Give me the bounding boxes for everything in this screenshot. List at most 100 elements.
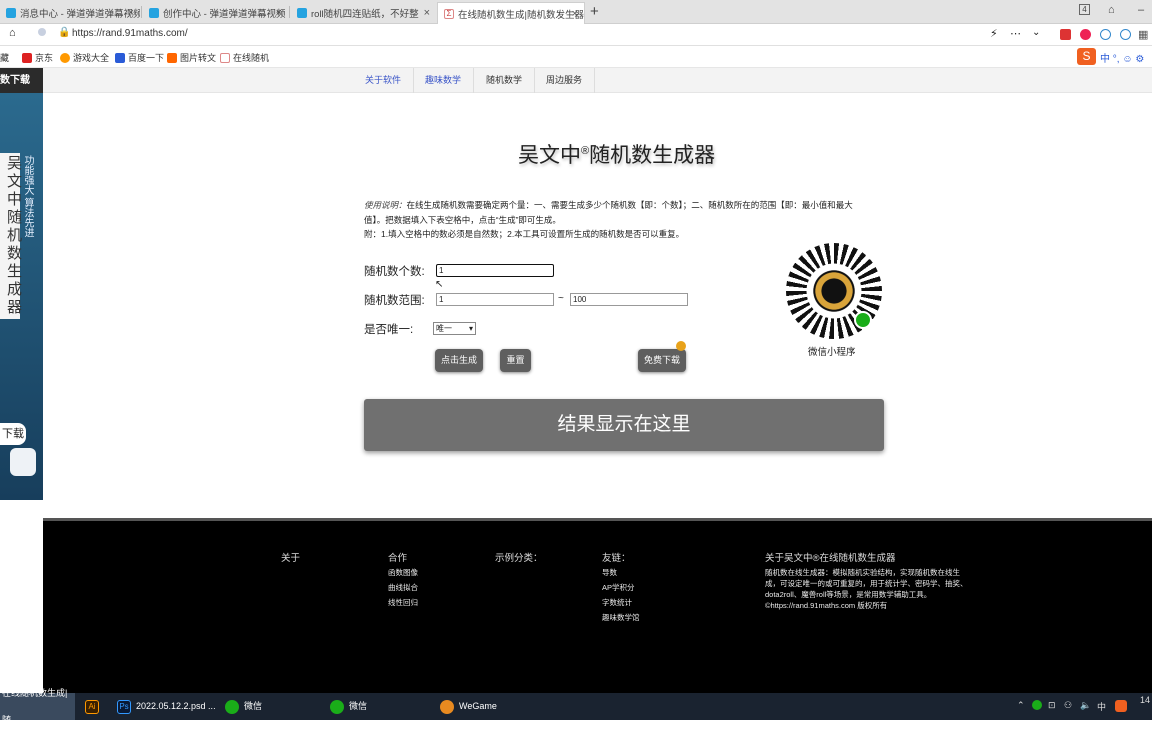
ime-toolbar[interactable]: 中 °, ☺ ⚙ <box>1100 50 1144 65</box>
nav-about-software[interactable]: 关于软件 <box>353 68 415 93</box>
address-bar: ⌂ 🔒 https://rand.91maths.com/ ⚡ ⋯ ⌄ ▦ <box>0 24 1152 46</box>
illustrator-icon: Ai <box>85 699 99 714</box>
footer-link[interactable]: 趣味数学馆 <box>602 612 640 623</box>
tray-network-icon[interactable]: ⊡ <box>1048 700 1056 711</box>
bookmark-jd[interactable]: 京东 <box>22 51 53 64</box>
lightning-icon[interactable]: ⚡ <box>990 27 998 40</box>
tray-ime[interactable]: 中 <box>1097 700 1106 713</box>
footer-link[interactable]: AP学积分 <box>602 582 635 593</box>
count-input[interactable]: 1 <box>436 264 554 277</box>
chevron-down-icon: ▾ <box>468 324 473 333</box>
footer-description: 随机数在线生成器：模拟随机实验结构，实现随机数在线生成，可设定唯一的或可重复的，… <box>765 568 968 599</box>
unique-select[interactable]: 唯一 ▾ <box>433 322 476 335</box>
instructions-line1: 在线生成随机数需要确定两个量：一、需要生成多少个随机数【即：个数】；二、随机数所… <box>364 200 853 225</box>
tab-counter[interactable]: 4 <box>1079 4 1090 15</box>
apps-grid-icon[interactable]: ▦ <box>1138 28 1148 41</box>
generate-button[interactable]: 点击生成 <box>435 349 483 372</box>
bookmark-rand[interactable]: 在线随机 <box>220 51 269 64</box>
home-icon[interactable]: ⌂ <box>9 27 16 39</box>
wegame-icon <box>440 699 454 714</box>
left-ad-banner[interactable]: 数下载 关闭 吴文中随机数生成器 功能强大 算法先进 下载 <box>0 68 43 500</box>
taskbar-illustrator[interactable]: Ai <box>85 693 104 720</box>
taskbar-wegame[interactable]: WeGame <box>440 693 497 720</box>
taskbar-wechat-1[interactable]: 微信 <box>225 693 262 720</box>
tray-wechat-icon[interactable] <box>1032 700 1042 710</box>
bookmark-image-text[interactable]: 图片转文 <box>167 51 216 64</box>
taskbar-label: 2022.05.12.2.psd ... <box>136 701 216 711</box>
wechat-mini-program-icon <box>854 311 872 329</box>
footer-link[interactable]: 字数统计 <box>602 597 632 608</box>
range-max-input[interactable]: 100 <box>570 293 688 306</box>
ad-download-button[interactable]: 下载 <box>0 423 26 445</box>
sigma-icon <box>220 52 230 63</box>
compass-icon[interactable] <box>1080 29 1091 40</box>
instructions: 使用说明：在线生成随机数需要确定两个量：一、需要生成多少个随机数【即：个数】；二… <box>364 198 874 242</box>
close-icon[interactable]: × <box>424 7 430 19</box>
footer-link[interactable]: 函数图像 <box>388 567 418 578</box>
shirt-icon[interactable]: ⌂ <box>1108 4 1115 16</box>
bookmark-label: 京东 <box>35 53 54 63</box>
bookmark-baidu[interactable]: 百度一下 <box>115 51 164 64</box>
chevron-down-icon[interactable]: ⌄ <box>1032 27 1040 38</box>
url-input[interactable]: https://rand.91maths.com/ <box>72 28 188 39</box>
close-icon[interactable]: × <box>276 7 282 19</box>
ad-vertical-sub: 功能强大 算法先进 <box>22 155 33 238</box>
footer-examples: 示例分类： <box>495 553 543 564</box>
wechat-icon <box>330 699 344 714</box>
tab-messages[interactable]: 消息中心 - 弹道弹道弹幕视频 × <box>0 2 140 24</box>
taskbar-photoshop[interactable]: Ps 2022.05.12.2.psd ... <box>117 693 216 720</box>
photoshop-icon: Ps <box>117 699 131 714</box>
bookmark-label: 百度一下 <box>128 53 165 63</box>
site-nav: 关于软件 趣味数学 随机数学 周边服务 <box>43 68 1152 93</box>
tab-label: 在线随机数生成|随机数发生器 <box>458 9 584 21</box>
ad-panel: 吴文中随机数生成器 功能强大 算法先进 下载 <box>0 93 43 500</box>
jd-icon <box>22 52 32 63</box>
tab-rand-active[interactable]: Σ 在线随机数生成|随机数发生器 × <box>437 2 585 24</box>
tab-roll[interactable]: roll随机四连贴纸，不好整 × <box>291 2 436 24</box>
range-label: 随机数范围: <box>364 295 425 307</box>
tray-people-icon[interactable]: ⚇ <box>1064 700 1072 711</box>
tray-sogou-icon[interactable] <box>1115 700 1127 712</box>
footer-about[interactable]: 关于 <box>281 550 300 564</box>
nav-services[interactable]: 周边服务 <box>534 68 596 93</box>
game-icon <box>60 52 70 63</box>
bilibili-icon <box>149 8 159 18</box>
title-brand: 吴文中 <box>518 144 581 167</box>
range-min-input[interactable]: 1 <box>436 293 554 306</box>
bookmark-games[interactable]: 游戏大全 <box>60 51 109 64</box>
nav-random-math[interactable]: 随机数学 <box>474 68 536 93</box>
free-download-button[interactable]: 免费下载 <box>638 349 686 372</box>
footer-link[interactable]: 曲线拟合 <box>388 582 418 593</box>
bilibili-icon <box>297 8 307 18</box>
close-icon[interactable]: × <box>128 7 134 19</box>
bookmark-lead[interactable]: 藏 <box>0 51 9 64</box>
footer-coop[interactable]: 合作 <box>388 550 407 564</box>
more-icon[interactable]: ⋯ <box>1010 27 1021 40</box>
tray-clock[interactable]: 14 <box>1140 695 1150 705</box>
translate-icon[interactable] <box>1100 29 1111 40</box>
bookmark-label: 图片转文 <box>180 53 217 63</box>
qr-label: 微信小程序 <box>808 347 856 358</box>
tray-volume-icon[interactable]: 🔈 <box>1080 700 1091 711</box>
baidu-icon <box>115 52 125 63</box>
download-icon[interactable] <box>1120 29 1131 40</box>
new-tab-button[interactable]: + <box>590 3 599 20</box>
close-icon[interactable]: × <box>572 8 578 20</box>
footer-link[interactable]: 导数 <box>602 567 617 578</box>
tab-creator[interactable]: 创作中心 - 弹道弹道弹幕视频 × <box>143 2 288 24</box>
nav-fun-math[interactable]: 趣味数学 <box>413 68 475 93</box>
sigma-icon: Σ <box>444 8 454 19</box>
reset-button[interactable]: 重置 <box>500 349 531 372</box>
result-display: 结果显示在这里 <box>364 399 884 451</box>
sogou-icon[interactable]: S <box>1077 48 1096 65</box>
title-rest: 随机数生成器 <box>589 144 716 167</box>
tab-label: 创作中心 - 弹道弹道弹幕视频 <box>163 9 286 20</box>
bookmarks-bar: 藏 京东 游戏大全 百度一下 图片转文 在线随机 S 中 °, ☺ ⚙ <box>0 46 1152 68</box>
tray-chevron-icon[interactable]: ⌃ <box>1017 700 1025 711</box>
range-separator: ~ <box>558 293 564 304</box>
taskbar-wechat-2[interactable]: 微信 <box>330 693 367 720</box>
taskbar-browser[interactable]: 在线随机数生成|随... <box>0 688 75 725</box>
minimize-icon[interactable]: – <box>1138 4 1144 16</box>
video-icon[interactable] <box>1060 29 1071 40</box>
footer-link[interactable]: 线性回归 <box>388 597 418 608</box>
